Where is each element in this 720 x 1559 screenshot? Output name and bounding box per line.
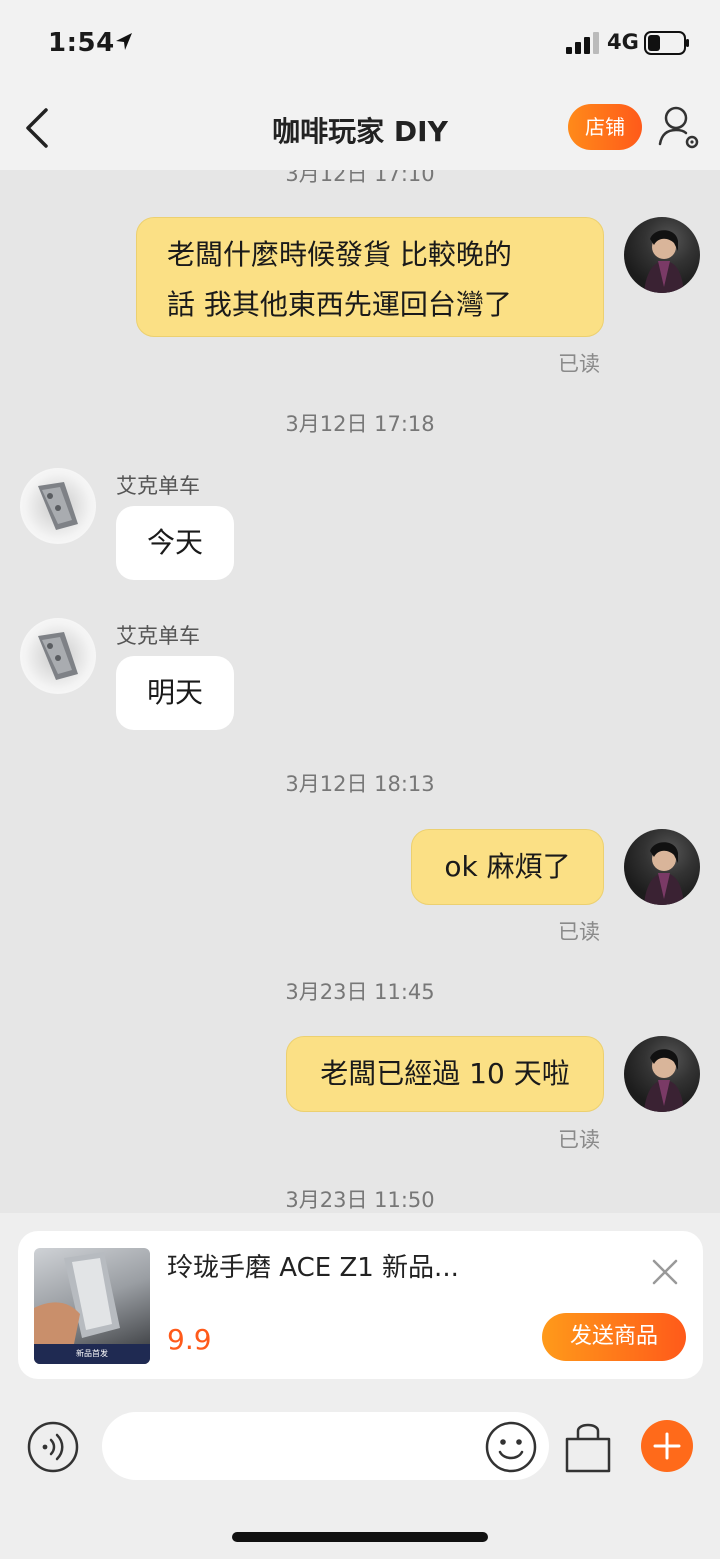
message-text: 老闆已經過 10 天啦 [320,1057,570,1090]
battery-icon [644,31,689,55]
location-arrow-icon [116,33,132,50]
message-bubble-mine[interactable]: 老闆已經過 10 天啦 [286,1036,604,1112]
input-bar [0,1396,720,1559]
message-bubble-other[interactable]: 明天 [116,656,234,730]
sender-name: 艾克单车 [116,624,200,648]
message-text: 明天 [146,676,203,709]
timestamp: 3月12日 17:10 [285,170,435,186]
sender-name: 艾克单车 [116,474,200,498]
timestamp: 3月12日 18:13 [285,772,435,796]
message-bubble-mine[interactable]: 老闆什麼時候發貨 比較晚的 話 我其他東西先運回台灣了 [136,217,604,337]
avatar-shop[interactable] [20,468,96,544]
user-settings-icon[interactable] [656,104,700,152]
message-text: 今天 [146,526,203,559]
read-status: 已读 [558,920,600,944]
read-status: 已读 [558,1128,600,1152]
plus-icon [653,1432,681,1460]
avatar-shop[interactable] [20,618,96,694]
chat-area[interactable]: 3月12日 17:10 老闆什麼時候發貨 比較晚的 話 我其他東西先運回台灣了 … [0,170,720,1213]
shop-button[interactable]: 店铺 [568,104,642,150]
message-input[interactable] [102,1412,549,1480]
product-card-area: 新品首发 玲珑手磨 ACE Z1 新品... 9.9 发送商品 [0,1213,720,1396]
status-bar: 1:54 4G [0,0,720,86]
product-name: 玲珑手磨 ACE Z1 新品... [167,1253,459,1283]
avatar-me[interactable] [624,1036,700,1112]
emoji-icon[interactable] [484,1420,538,1474]
avatar-me[interactable] [624,217,700,293]
message-bubble-other[interactable]: 今天 [116,506,234,580]
shopping-bag-icon[interactable] [563,1419,613,1475]
product-thumbnail[interactable]: 新品首发 [34,1248,150,1364]
message-text: 老闆什麼時候發貨 比較晚的 [167,238,512,271]
send-product-button[interactable]: 发送商品 [542,1313,686,1361]
home-indicator [232,1532,488,1542]
product-card[interactable]: 新品首发 玲珑手磨 ACE Z1 新品... 9.9 发送商品 [18,1231,703,1379]
read-status: 已读 [558,352,600,376]
nav-bar: 咖啡玩家 DIY 店铺 [0,86,720,170]
product-price: 9.9 [167,1323,212,1356]
timestamp: 3月23日 11:45 [285,980,435,1004]
message-text: ok 麻煩了 [444,850,571,883]
more-options-button[interactable] [641,1420,693,1472]
thumbnail-label: 新品首发 [34,1344,150,1364]
network-type: 4G [607,30,639,54]
timestamp: 3月12日 17:18 [285,412,435,436]
message-text: 話 我其他東西先運回台灣了 [167,288,512,321]
voice-icon[interactable] [27,1421,79,1473]
close-icon[interactable] [650,1257,680,1287]
message-bubble-mine[interactable]: ok 麻煩了 [411,829,604,905]
status-time: 1:54 [48,28,115,58]
timestamp: 3月23日 11:50 [285,1188,435,1212]
signal-icon [566,32,599,54]
avatar-me[interactable] [624,829,700,905]
